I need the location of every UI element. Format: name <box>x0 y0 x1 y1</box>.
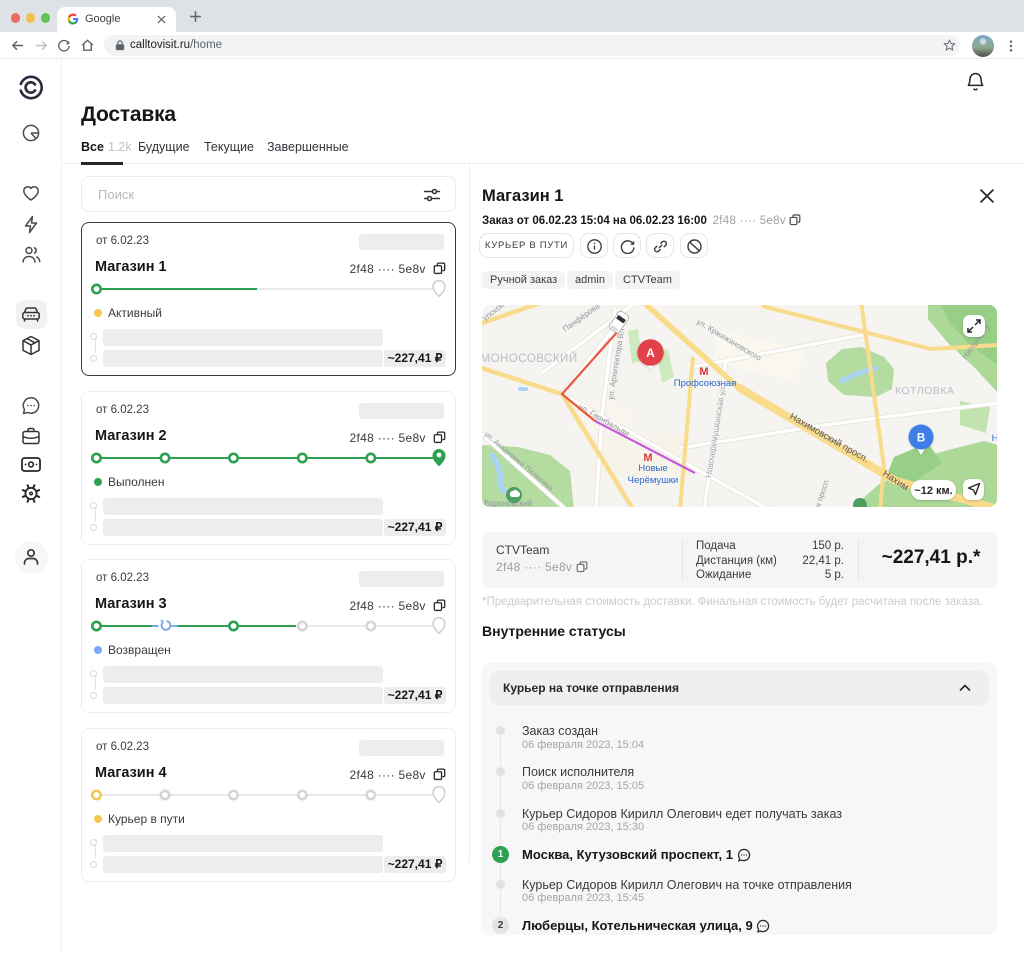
svg-text:КОТЛОВКА: КОТЛОВКА <box>895 385 955 397</box>
svg-text:A: A <box>646 346 655 360</box>
svg-text:Профсоюзная: Профсоюзная <box>674 378 737 389</box>
svg-text:B: B <box>917 433 925 445</box>
svg-text:Черёмушки: Черёмушки <box>628 475 679 486</box>
svg-text:Н: Н <box>992 433 997 444</box>
svg-text:~12 км.: ~12 км. <box>914 485 952 497</box>
svg-text:М: М <box>699 366 708 378</box>
svg-text:ЛОМОНОСОВСКИЙ: ЛОМОНОСОВСКИЙ <box>482 352 578 365</box>
svg-text:Новые: Новые <box>638 463 667 474</box>
